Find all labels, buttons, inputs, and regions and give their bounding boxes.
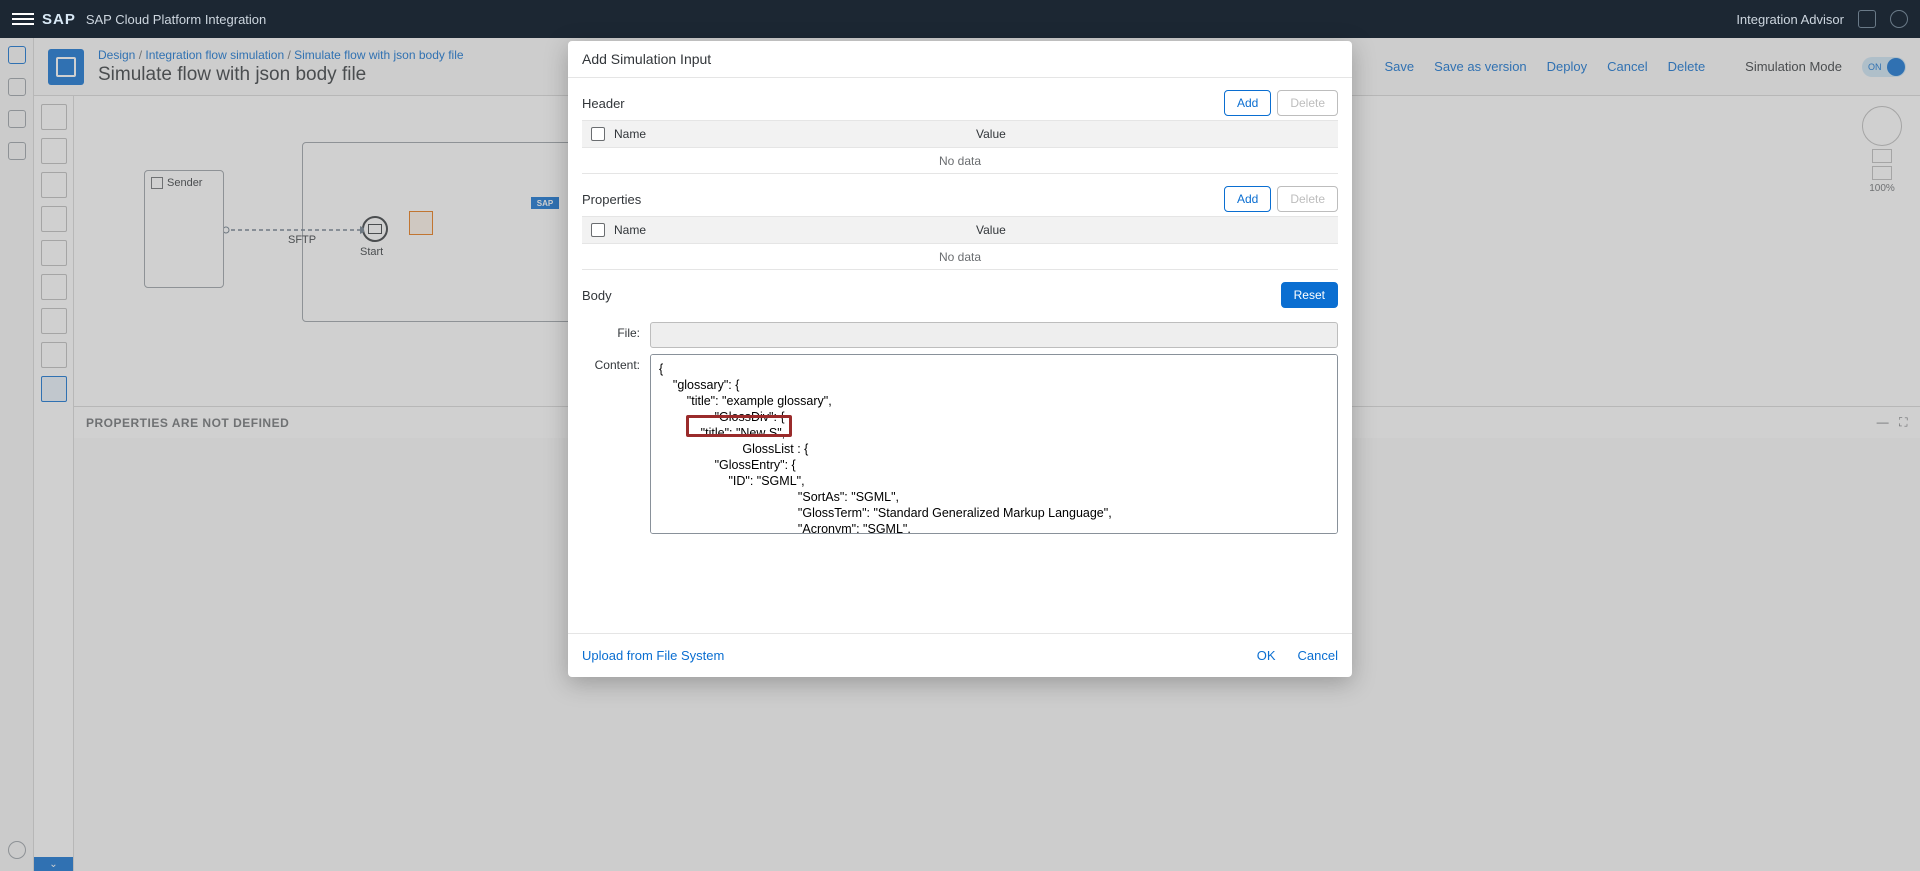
shell-header: SAP SAP Cloud Platform Integration Integ… bbox=[0, 0, 1920, 38]
properties-add-button[interactable]: Add bbox=[1224, 186, 1271, 212]
file-input[interactable] bbox=[650, 322, 1338, 348]
properties-section-label: Properties bbox=[582, 192, 641, 207]
properties-col-value: Value bbox=[976, 223, 1338, 237]
user-icon[interactable] bbox=[1890, 10, 1908, 28]
content-label: Content: bbox=[582, 354, 650, 372]
header-select-all-checkbox[interactable] bbox=[591, 127, 605, 141]
properties-table-header: Name Value bbox=[582, 216, 1338, 244]
dialog-ok-button[interactable]: OK bbox=[1257, 648, 1276, 663]
properties-col-name: Name bbox=[614, 223, 976, 237]
header-no-data: No data bbox=[582, 148, 1338, 174]
notebook-icon[interactable] bbox=[1858, 10, 1876, 28]
body-reset-button[interactable]: Reset bbox=[1281, 282, 1338, 308]
header-table-header: Name Value bbox=[582, 120, 1338, 148]
properties-delete-button: Delete bbox=[1277, 186, 1338, 212]
integration-advisor-link[interactable]: Integration Advisor bbox=[1736, 12, 1844, 27]
header-section-label: Header bbox=[582, 96, 625, 111]
body-section-label: Body bbox=[582, 288, 612, 303]
header-col-value: Value bbox=[976, 127, 1338, 141]
properties-select-all-checkbox[interactable] bbox=[591, 223, 605, 237]
dialog-cancel-button[interactable]: Cancel bbox=[1298, 648, 1338, 663]
header-add-button[interactable]: Add bbox=[1224, 90, 1271, 116]
header-delete-button: Delete bbox=[1277, 90, 1338, 116]
content-textarea[interactable] bbox=[650, 354, 1338, 534]
sap-logo: SAP bbox=[42, 11, 76, 28]
file-label: File: bbox=[582, 322, 650, 340]
upload-from-file-system-link[interactable]: Upload from File System bbox=[582, 648, 724, 663]
header-col-name: Name bbox=[614, 127, 976, 141]
add-simulation-input-dialog: Add Simulation Input Header Add Delete N… bbox=[568, 41, 1352, 677]
dialog-title: Add Simulation Input bbox=[568, 41, 1352, 78]
menu-icon[interactable] bbox=[12, 8, 34, 30]
properties-no-data: No data bbox=[582, 244, 1338, 270]
product-title: SAP Cloud Platform Integration bbox=[86, 12, 266, 27]
